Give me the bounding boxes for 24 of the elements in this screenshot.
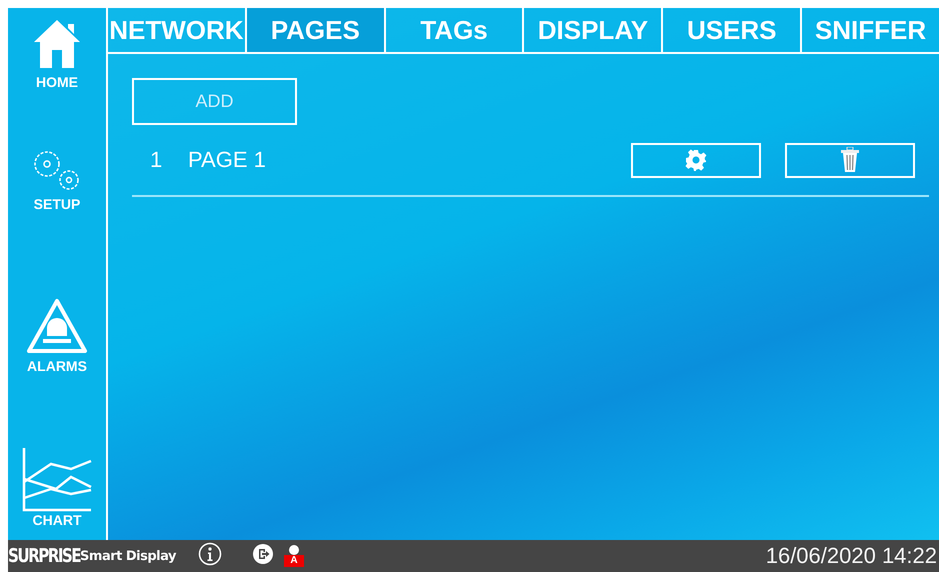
product-name: Smart Display [80,548,176,564]
house-icon [32,18,82,70]
tab[interactable]: PAGES [246,8,386,52]
brand-name: SURPRISE [8,545,80,567]
line-chart-icon [21,446,93,512]
settings-button[interactable] [631,142,761,178]
sidebar-chart-button[interactable]: CHART [21,446,93,528]
page-name: PAGE 1 [188,147,267,173]
delete-button[interactable] [785,142,915,178]
alarm-warning-icon [26,298,88,354]
tab[interactable]: SNIFFER [802,8,939,52]
trash-icon [840,147,860,173]
exit-icon[interactable] [252,542,274,564]
tab[interactable]: TAGs [386,8,524,52]
page-number: 1 [149,147,164,173]
info-icon[interactable] [198,542,222,566]
add-button[interactable]: ADD [132,78,297,125]
sidebar-setup-button[interactable]: SETUP [29,148,85,298]
tab[interactable]: USERS [663,8,802,52]
tab[interactable]: DISPLAY [524,8,664,52]
date-time: 16/06/2020 14:22 [766,543,937,569]
sidebar-home-button[interactable]: HOME [32,18,82,148]
sidebar-alarms-button[interactable]: ALARMS [26,298,88,446]
settings-icon [685,149,707,171]
